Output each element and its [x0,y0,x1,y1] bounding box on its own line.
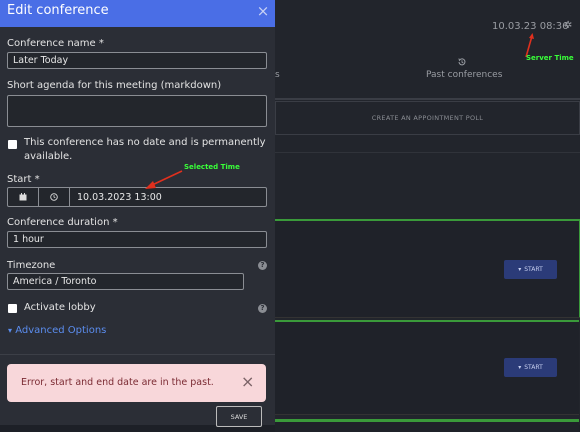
conference-card [275,419,579,432]
tabs-divider [275,98,580,100]
start-button[interactable]: ▾ START [504,260,557,279]
date-picker-button[interactable] [7,187,39,207]
advanced-options-label: Advanced Options [15,325,107,336]
lobby-checkbox[interactable] [8,304,17,313]
divider [0,354,275,355]
save-button[interactable]: SAVE [216,406,262,427]
permanent-label: This conference has no date and is perma… [24,137,266,148]
conference-list-background: 10.03.23 08:36 ✲ s Past conferences CREA… [275,0,580,432]
conference-card: ▾ START [275,320,579,415]
annotation-server-time: Server Time [526,54,574,62]
history-icon [458,58,466,66]
create-poll-button[interactable]: CREATE AN APPOINTMENT POLL [275,101,580,135]
tab-past-conferences[interactable]: Past conferences [426,70,502,80]
start-label: Start * [7,174,40,185]
timezone-input[interactable]: America / Toronto [7,273,244,290]
close-icon[interactable]: × [241,373,254,391]
start-button-label: START [524,266,543,273]
list-header: 10.03.23 08:36 ✲ s Past conferences CREA… [275,0,580,135]
caret-down-icon: ▾ [8,326,13,335]
permanent-label-line2: available. [24,151,73,162]
conference-name-label: Conference name * [7,38,104,49]
lobby-label: Activate lobby [24,302,96,313]
error-message: Error, start and end date are in the pas… [21,377,214,388]
time-picker-button[interactable] [38,187,70,207]
divider [275,152,580,153]
start-button-label: START [524,364,543,371]
close-icon[interactable]: × [255,3,271,19]
agenda-label: Short agenda for this meeting (markdown) [7,80,222,91]
help-icon[interactable]: ? [258,304,267,313]
tab-upcoming-fragment[interactable]: s [275,70,280,80]
help-icon[interactable]: ? [258,261,267,270]
caret-down-icon: ▾ [518,266,522,273]
panel-title: Edit conference [7,3,109,18]
advanced-options-toggle[interactable]: ▾ Advanced Options [8,325,106,336]
conference-name-input[interactable]: Later Today [7,52,267,69]
error-alert: Error, start and end date are in the pas… [7,364,266,402]
calendar-icon [19,193,27,201]
permanent-checkbox[interactable] [8,140,17,149]
caret-down-icon: ▾ [518,364,522,371]
clock-icon [50,193,58,201]
gear-icon[interactable]: ✲ [564,20,573,31]
duration-label: Conference duration * [7,217,118,228]
edit-conference-panel: Edit conference × Conference name * Late… [0,0,275,427]
conference-card: ▾ START [275,219,580,318]
duration-input[interactable]: 1 hour [7,231,267,248]
start-button[interactable]: ▾ START [504,358,557,377]
agenda-textarea[interactable] [7,95,267,127]
annotation-arrow [145,170,183,189]
timezone-label: Timezone [7,260,56,271]
panel-header: Edit conference × [0,0,275,27]
annotation-selected-time: Selected Time [184,163,240,171]
